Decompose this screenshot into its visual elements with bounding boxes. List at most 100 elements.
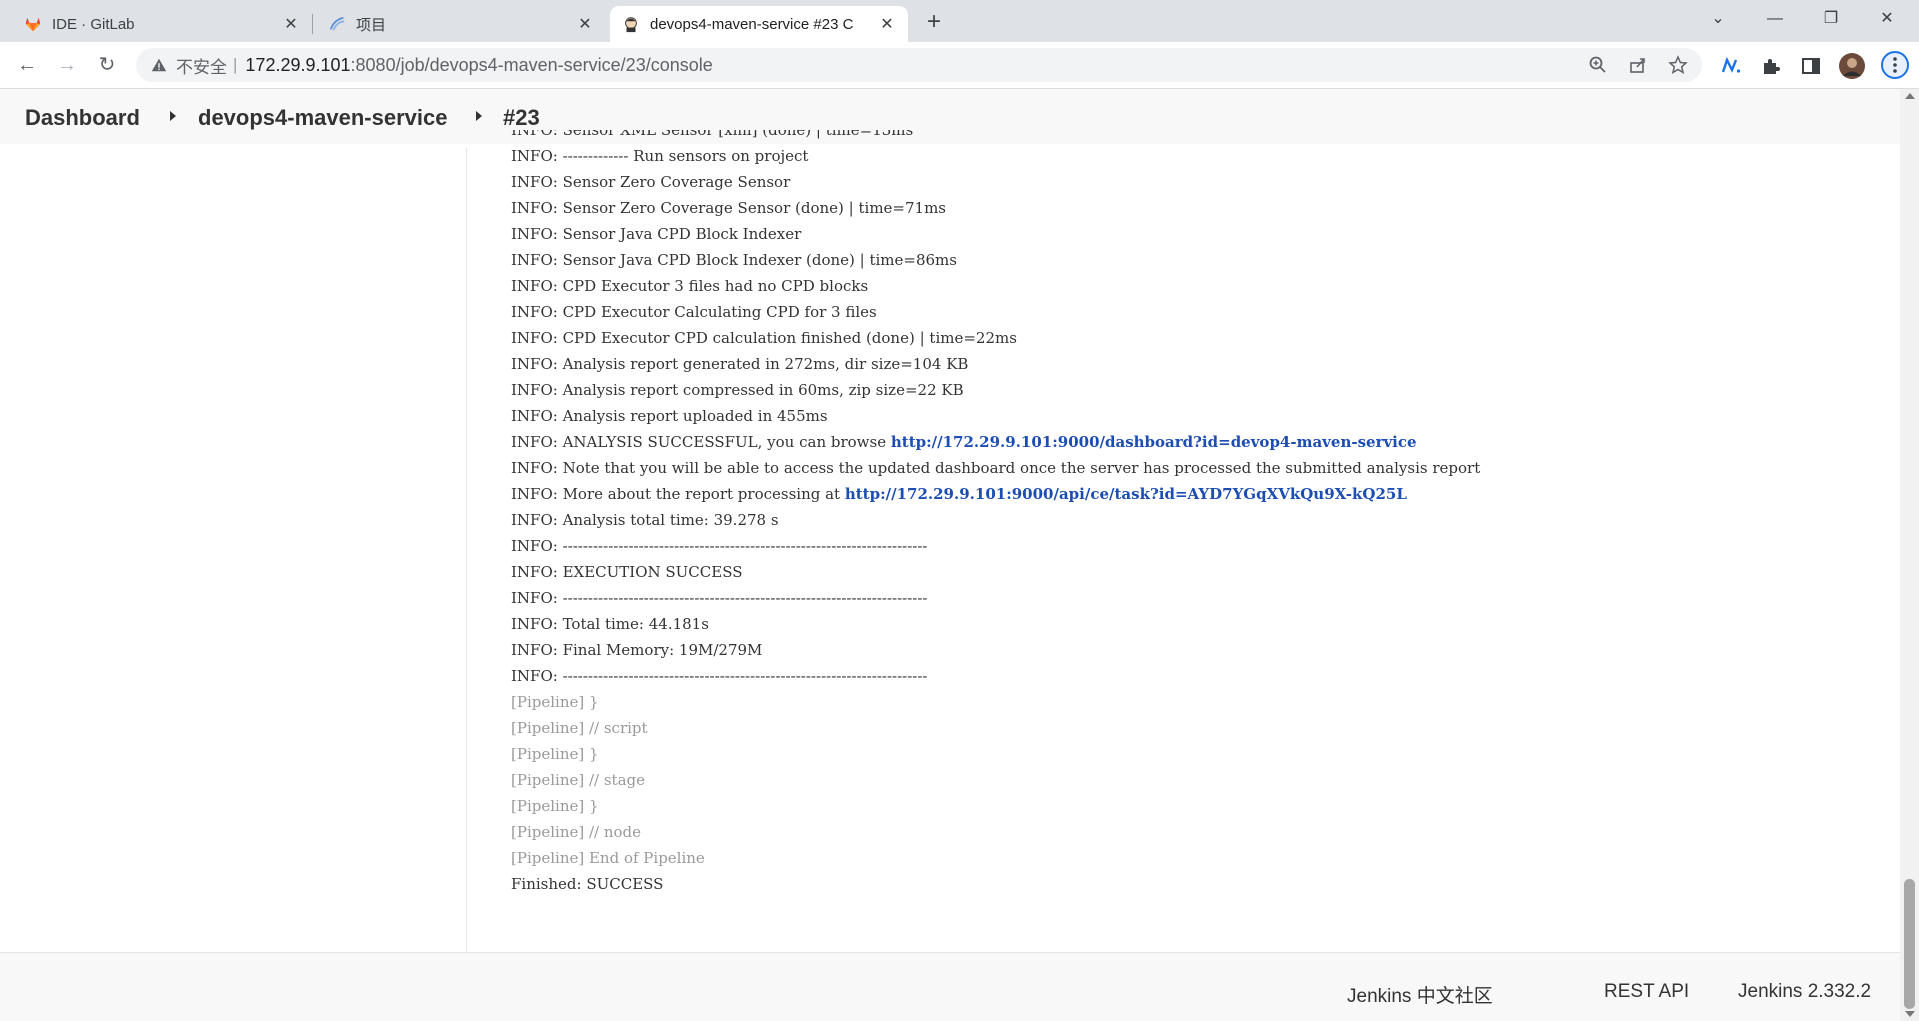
console-line-text: INFO: Total time: 44.181s: [511, 615, 709, 633]
console-line-text: INFO: Final Memory: 19M/279M: [511, 641, 763, 659]
page-footer: Jenkins 中文社区 REST API Jenkins 2.332.2: [0, 952, 1900, 1021]
console-line: INFO: CPD Executor Calculating CPD for 3…: [511, 299, 877, 325]
address-bar[interactable]: 不安全 | 172.29.9.101 :8080/job/devops4-mav…: [136, 48, 1702, 82]
console-line: INFO: More about the report processing a…: [511, 481, 1407, 507]
console-line-text: INFO: Sensor Zero Coverage Sensor: [511, 173, 791, 191]
pipeline-step-line: [Pipeline] }: [511, 741, 599, 767]
footer-rest-api-link[interactable]: REST API: [1604, 981, 1689, 1003]
console-line-text: INFO: ANALYSIS SUCCESSFUL, you can brows…: [511, 433, 891, 451]
share-icon[interactable]: [1628, 55, 1648, 75]
console-line-text: INFO: CPD Executor CPD calculation finis…: [511, 329, 1017, 347]
pipeline-step-line: [Pipeline] // script: [511, 715, 648, 741]
console-line: INFO: Analysis report compressed in 60ms…: [511, 377, 964, 403]
console-line-text: [Pipeline] End of Pipeline: [511, 849, 705, 867]
bookmark-star-icon[interactable]: [1668, 55, 1688, 75]
console-line-text: INFO: ----------------------------------…: [511, 537, 928, 555]
console-output: INFO: Sensor XML Sensor [xml] (done) | t…: [511, 130, 1891, 952]
puzzle-extensions-icon[interactable]: [1760, 55, 1782, 77]
tab-title: IDE · GitLab: [52, 15, 135, 33]
tab-jenkins-console[interactable]: devops4-maven-service #23 C ✕: [610, 6, 908, 42]
page-scrollbar[interactable]: [1900, 89, 1919, 1021]
footer-community-text: Jenkins 中文社区: [1347, 986, 1493, 1007]
console-line: INFO: ANALYSIS SUCCESSFUL, you can brows…: [511, 429, 1417, 455]
console-line: INFO: Sensor Zero Coverage Sensor: [511, 169, 790, 195]
restore-button[interactable]: ❐: [1803, 0, 1859, 38]
console-line-partial: INFO: Sensor XML Sensor [xml] (done) | t…: [511, 130, 914, 139]
close-window-button[interactable]: ✕: [1859, 0, 1915, 38]
avatar[interactable]: [1838, 52, 1866, 80]
project-icon: [329, 16, 345, 31]
scroll-up-arrow-icon[interactable]: [1905, 93, 1915, 99]
console-line-text: [Pipeline] // stage: [511, 771, 645, 789]
console-line: INFO: Note that you will be able to acce…: [511, 455, 1480, 481]
console-line-text: [Pipeline] }: [511, 693, 599, 711]
console-line-text: INFO: Analysis total time: 39.278 s: [511, 511, 779, 529]
new-tab-button[interactable]: +: [920, 8, 948, 36]
console-line: INFO: ----------------------------------…: [511, 585, 928, 611]
console-line-text: INFO: ------------- Run sensors on proje…: [511, 147, 809, 165]
pipeline-step-line: [Pipeline] }: [511, 689, 599, 715]
scroll-down-arrow-icon[interactable]: [1905, 1011, 1915, 1017]
browser-toolbar: ← → ↻ 不安全 | 172.29.9.101 :8080/job/devop…: [0, 42, 1919, 89]
console-line-text: [Pipeline] // node: [511, 823, 642, 841]
console-line-text: INFO: ----------------------------------…: [511, 589, 928, 607]
console-line-text: INFO: Sensor Zero Coverage Sensor (done)…: [511, 199, 946, 217]
console-line-text: INFO: CPD Executor 3 files had no CPD bl…: [511, 277, 869, 295]
close-tab-icon[interactable]: ✕: [282, 14, 300, 34]
console-line: INFO: CPD Executor CPD calculation finis…: [511, 325, 1017, 351]
console-link[interactable]: http://172.29.9.101:9000/api/ce/task?id=…: [845, 485, 1407, 503]
console-line: Finished: SUCCESS: [511, 871, 663, 897]
console-link[interactable]: http://172.29.9.101:9000/dashboard?id=de…: [891, 433, 1417, 451]
minimize-button[interactable]: —: [1747, 0, 1803, 38]
console-line-text: INFO: CPD Executor Calculating CPD for 3…: [511, 303, 877, 321]
console-line: INFO: Analysis report generated in 272ms…: [511, 351, 968, 377]
console-line: INFO: Total time: 44.181s: [511, 611, 709, 637]
breadcrumb-arrow-icon[interactable]: [476, 111, 482, 121]
console-line: INFO: CPD Executor 3 files had no CPD bl…: [511, 273, 868, 299]
console-line: INFO: Analysis total time: 39.278 s: [511, 507, 779, 533]
close-tab-icon[interactable]: ✕: [878, 14, 896, 34]
jenkins-icon: [625, 17, 637, 33]
forward-arrow-icon[interactable]: →: [52, 50, 82, 80]
breadcrumb-job[interactable]: devops4-maven-service: [198, 105, 447, 131]
insecure-label: 不安全: [176, 57, 227, 77]
extension-n-icon[interactable]: [1720, 55, 1742, 77]
footer-version-link[interactable]: Jenkins 2.332.2: [1738, 981, 1871, 1003]
tab-gitlab-ide[interactable]: IDE · GitLab ✕: [12, 6, 312, 42]
close-tab-icon[interactable]: ✕: [576, 14, 594, 34]
reload-icon[interactable]: ↻: [92, 50, 122, 80]
pipeline-step-line: [Pipeline] }: [511, 793, 599, 819]
address-divider: |: [233, 55, 238, 74]
console-line-text: INFO: Analysis report compressed in 60ms…: [511, 381, 964, 399]
console-line-text: INFO: Sensor Java CPD Block Indexer: [511, 225, 802, 243]
breadcrumb-build[interactable]: #23: [503, 105, 540, 131]
breadcrumb-arrow-icon[interactable]: [170, 111, 176, 121]
tab-title: 项目: [356, 16, 387, 34]
console-line-text: INFO: Note that you will be able to acce…: [511, 459, 1481, 477]
side-panel-divider: [466, 144, 467, 952]
console-line-text: Finished: SUCCESS: [511, 875, 664, 893]
console-line: INFO: Final Memory: 19M/279M: [511, 637, 762, 663]
console-line: INFO: Sensor Java CPD Block Indexer: [511, 221, 801, 247]
tab-separator: [312, 14, 313, 34]
side-panel: [0, 144, 466, 952]
footer-community-link[interactable]: Jenkins 中文社区: [1347, 981, 1493, 1008]
console-line: INFO: Analysis report uploaded in 455ms: [511, 403, 828, 429]
console-top-edge: [466, 144, 1900, 148]
tab-title: devops4-maven-service #23 C: [650, 15, 854, 33]
console-line-text: INFO: EXECUTION SUCCESS: [511, 563, 743, 581]
console-line: INFO: Sensor Java CPD Block Indexer (don…: [511, 247, 957, 273]
scrollbar-thumb[interactable]: [1904, 879, 1915, 1009]
pipeline-step-line: [Pipeline] // node: [511, 819, 641, 845]
url-host: 172.29.9.101: [245, 54, 351, 75]
url-path: :8080/job/devops4-maven-service/23/conso…: [350, 54, 713, 75]
side-panel-icon[interactable]: [1800, 55, 1822, 77]
tab-search-chevron-icon[interactable]: ⌄: [1690, 0, 1746, 38]
breadcrumb-dashboard[interactable]: Dashboard: [25, 105, 140, 131]
zoom-icon[interactable]: [1588, 55, 1608, 75]
tab-project[interactable]: 项目 ✕: [316, 6, 606, 42]
back-arrow-icon[interactable]: ←: [12, 50, 42, 80]
browser-menu-icon[interactable]: [1880, 50, 1910, 80]
console-line-text: INFO: Analysis report uploaded in 455ms: [511, 407, 828, 425]
browser-tab-strip: IDE · GitLab ✕ 项目 ✕ devops4-maven-servic…: [0, 0, 1919, 42]
